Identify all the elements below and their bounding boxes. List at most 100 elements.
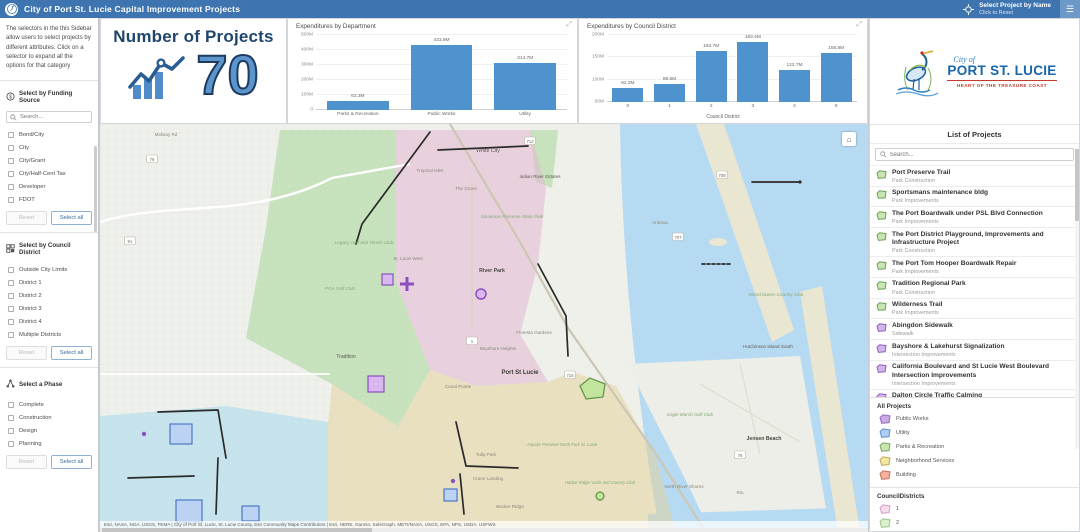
chart-expand-icon[interactable]: ⤢ <box>566 21 572 29</box>
project-marker-blue[interactable] <box>443 488 458 502</box>
project-list-item[interactable]: Tradition Regional Park Park Construction <box>870 278 1079 299</box>
checkbox-option[interactable]: Developer <box>0 180 98 193</box>
project-marker-purple-circle[interactable] <box>475 288 487 300</box>
checkbox-option[interactable]: Complete <box>0 398 98 411</box>
checkbox[interactable] <box>8 292 14 299</box>
x-category-label: 2 <box>709 104 713 109</box>
checkbox-option[interactable]: FDOT <box>0 193 98 206</box>
checkbox[interactable] <box>8 144 14 151</box>
select-all-button[interactable]: Select all <box>51 211 92 226</box>
project-list-item[interactable]: The Port District Playground, Improvemen… <box>870 228 1079 258</box>
checkbox-option[interactable]: Multiple Districts <box>0 328 98 341</box>
select-project-by-name-button[interactable]: Select Project by Name Click to Reset <box>954 0 1060 18</box>
project-marker-blue[interactable] <box>241 505 260 522</box>
project-marker-purple[interactable] <box>381 273 394 286</box>
project-list-item[interactable]: The Port Boardwalk under PSL Blvd Connec… <box>870 207 1079 229</box>
chart-expand-icon[interactable]: ⤢ <box>856 21 862 29</box>
checkbox[interactable] <box>8 170 14 177</box>
select-all-button[interactable]: Select all <box>51 346 92 361</box>
project-marker-blue[interactable] <box>175 499 203 523</box>
project-name: The Port District Playground, Improvemen… <box>892 230 1044 246</box>
right-panel-scrollbar[interactable] <box>1075 149 1079 449</box>
map-place-label: Bayshore Heights <box>480 346 517 351</box>
checkbox[interactable] <box>8 279 14 286</box>
project-list-item[interactable]: Dalton Circle Traffic CalmingTraffic Cal… <box>870 390 1079 397</box>
checkbox[interactable] <box>8 183 14 190</box>
project-list-item[interactable]: California Boulevard and St Lucie West B… <box>870 361 1079 390</box>
scrollbar-thumb[interactable] <box>102 528 372 532</box>
checkbox-option[interactable]: Bond/City <box>0 128 98 141</box>
project-list-item[interactable]: Sportsmans maintenance bldg Park Improvem… <box>870 187 1079 208</box>
project-list-item[interactable]: Bayshore & Lakehurst Signalization Inters… <box>870 340 1079 361</box>
section-header[interactable]: $ Select by Funding Source <box>0 88 98 106</box>
section-header[interactable]: Select a Phase <box>0 375 98 393</box>
map-horizontal-scrollbar[interactable] <box>100 528 868 532</box>
project-marker-green[interactable] <box>595 491 605 501</box>
bar-0[interactable] <box>612 87 644 102</box>
sidebar-section-funding-source: $ Select by Funding Source Bond/City City Ci… <box>0 80 98 232</box>
sidebar-scrollbar[interactable] <box>94 146 97 232</box>
select-all-button[interactable]: Select all <box>51 455 92 470</box>
map-small-island <box>709 238 727 246</box>
section-search-input[interactable] <box>20 114 88 121</box>
menu-button[interactable]: ☰ <box>1060 0 1080 18</box>
map-place-label: Eagle Marsh Golf Club <box>667 412 714 417</box>
checkbox-option[interactable]: District 3 <box>0 302 98 315</box>
checkbox-option[interactable]: Planning <box>0 437 98 450</box>
reset-button[interactable]: Reset <box>6 455 47 470</box>
y-tick-label: 400M <box>301 47 313 53</box>
section-search-box <box>6 111 92 124</box>
checkbox[interactable] <box>8 305 14 312</box>
map-home-button[interactable]: ⌂ <box>842 132 856 146</box>
bar-9[interactable] <box>820 53 852 102</box>
section-header[interactable]: Select by Council District <box>0 240 98 258</box>
bar-2[interactable] <box>695 51 727 102</box>
checkbox[interactable] <box>8 440 14 447</box>
project-marker-purple-dot[interactable] <box>141 431 147 437</box>
bar-3[interactable] <box>737 42 769 102</box>
checkbox[interactable] <box>8 427 14 434</box>
reset-button[interactable]: Reset <box>6 211 47 226</box>
bar-4[interactable] <box>779 69 810 102</box>
y-tick-label: 150M <box>592 54 604 60</box>
checkbox-option[interactable]: Outside City Limits <box>0 263 98 276</box>
project-list-item[interactable]: Port Preserve Trail Park Construction <box>870 166 1079 187</box>
checkbox[interactable] <box>8 401 14 408</box>
checkbox-option[interactable]: City <box>0 141 98 154</box>
reset-button[interactable]: Reset <box>6 346 47 361</box>
checkbox[interactable] <box>8 266 14 273</box>
checkbox[interactable] <box>8 131 14 138</box>
checkbox[interactable] <box>8 196 14 203</box>
project-marker-purple-dot[interactable] <box>450 478 456 484</box>
project-marker-purple[interactable] <box>367 375 385 393</box>
checkbox[interactable] <box>8 414 14 421</box>
bar-1[interactable] <box>654 84 685 102</box>
project-list-item[interactable]: Wilderness Trail Park Improvements <box>870 299 1079 320</box>
project-list-item[interactable]: Abingdon Sidewalk Sidewalk <box>870 319 1079 341</box>
checkbox-option[interactable]: Design <box>0 424 98 437</box>
checkbox-option[interactable]: District 1 <box>0 276 98 289</box>
project-list-item[interactable]: The Port Tom Hooper Boardwalk Repair Park… <box>870 257 1079 278</box>
bar-Parks & Recreation[interactable] <box>326 100 389 110</box>
select-project-subtitle: Click to Reset <box>979 10 1014 17</box>
bar-Public Works[interactable] <box>410 44 473 110</box>
project-marker-blue[interactable] <box>169 423 193 445</box>
checkbox-option[interactable]: City/Grant <box>0 154 98 167</box>
checkbox-option[interactable]: District 4 <box>0 315 98 328</box>
checkbox[interactable] <box>8 157 14 164</box>
checkbox-option[interactable]: Construction <box>0 411 98 424</box>
project-point[interactable] <box>798 180 802 184</box>
map-place-label: St. Lucie West <box>393 256 423 261</box>
checkbox[interactable] <box>8 331 14 338</box>
scrollbar-thumb[interactable] <box>1075 149 1079 221</box>
project-name: Port Preserve Trail <box>892 168 951 176</box>
checkbox[interactable] <box>8 318 14 325</box>
checkbox-option[interactable]: District 2 <box>0 289 98 302</box>
map-place-label: Tradition <box>336 354 355 360</box>
category-swatch-icon <box>879 518 891 528</box>
checkbox-option[interactable]: City/Half-Cent Tax <box>0 167 98 180</box>
bar-Utility[interactable] <box>494 62 557 110</box>
map-canvas[interactable]: 7691712708707171676 Midway RdWhite CityT… <box>100 124 868 532</box>
project-search-input[interactable] <box>889 151 1069 158</box>
x-category-label: 0 <box>626 104 630 109</box>
